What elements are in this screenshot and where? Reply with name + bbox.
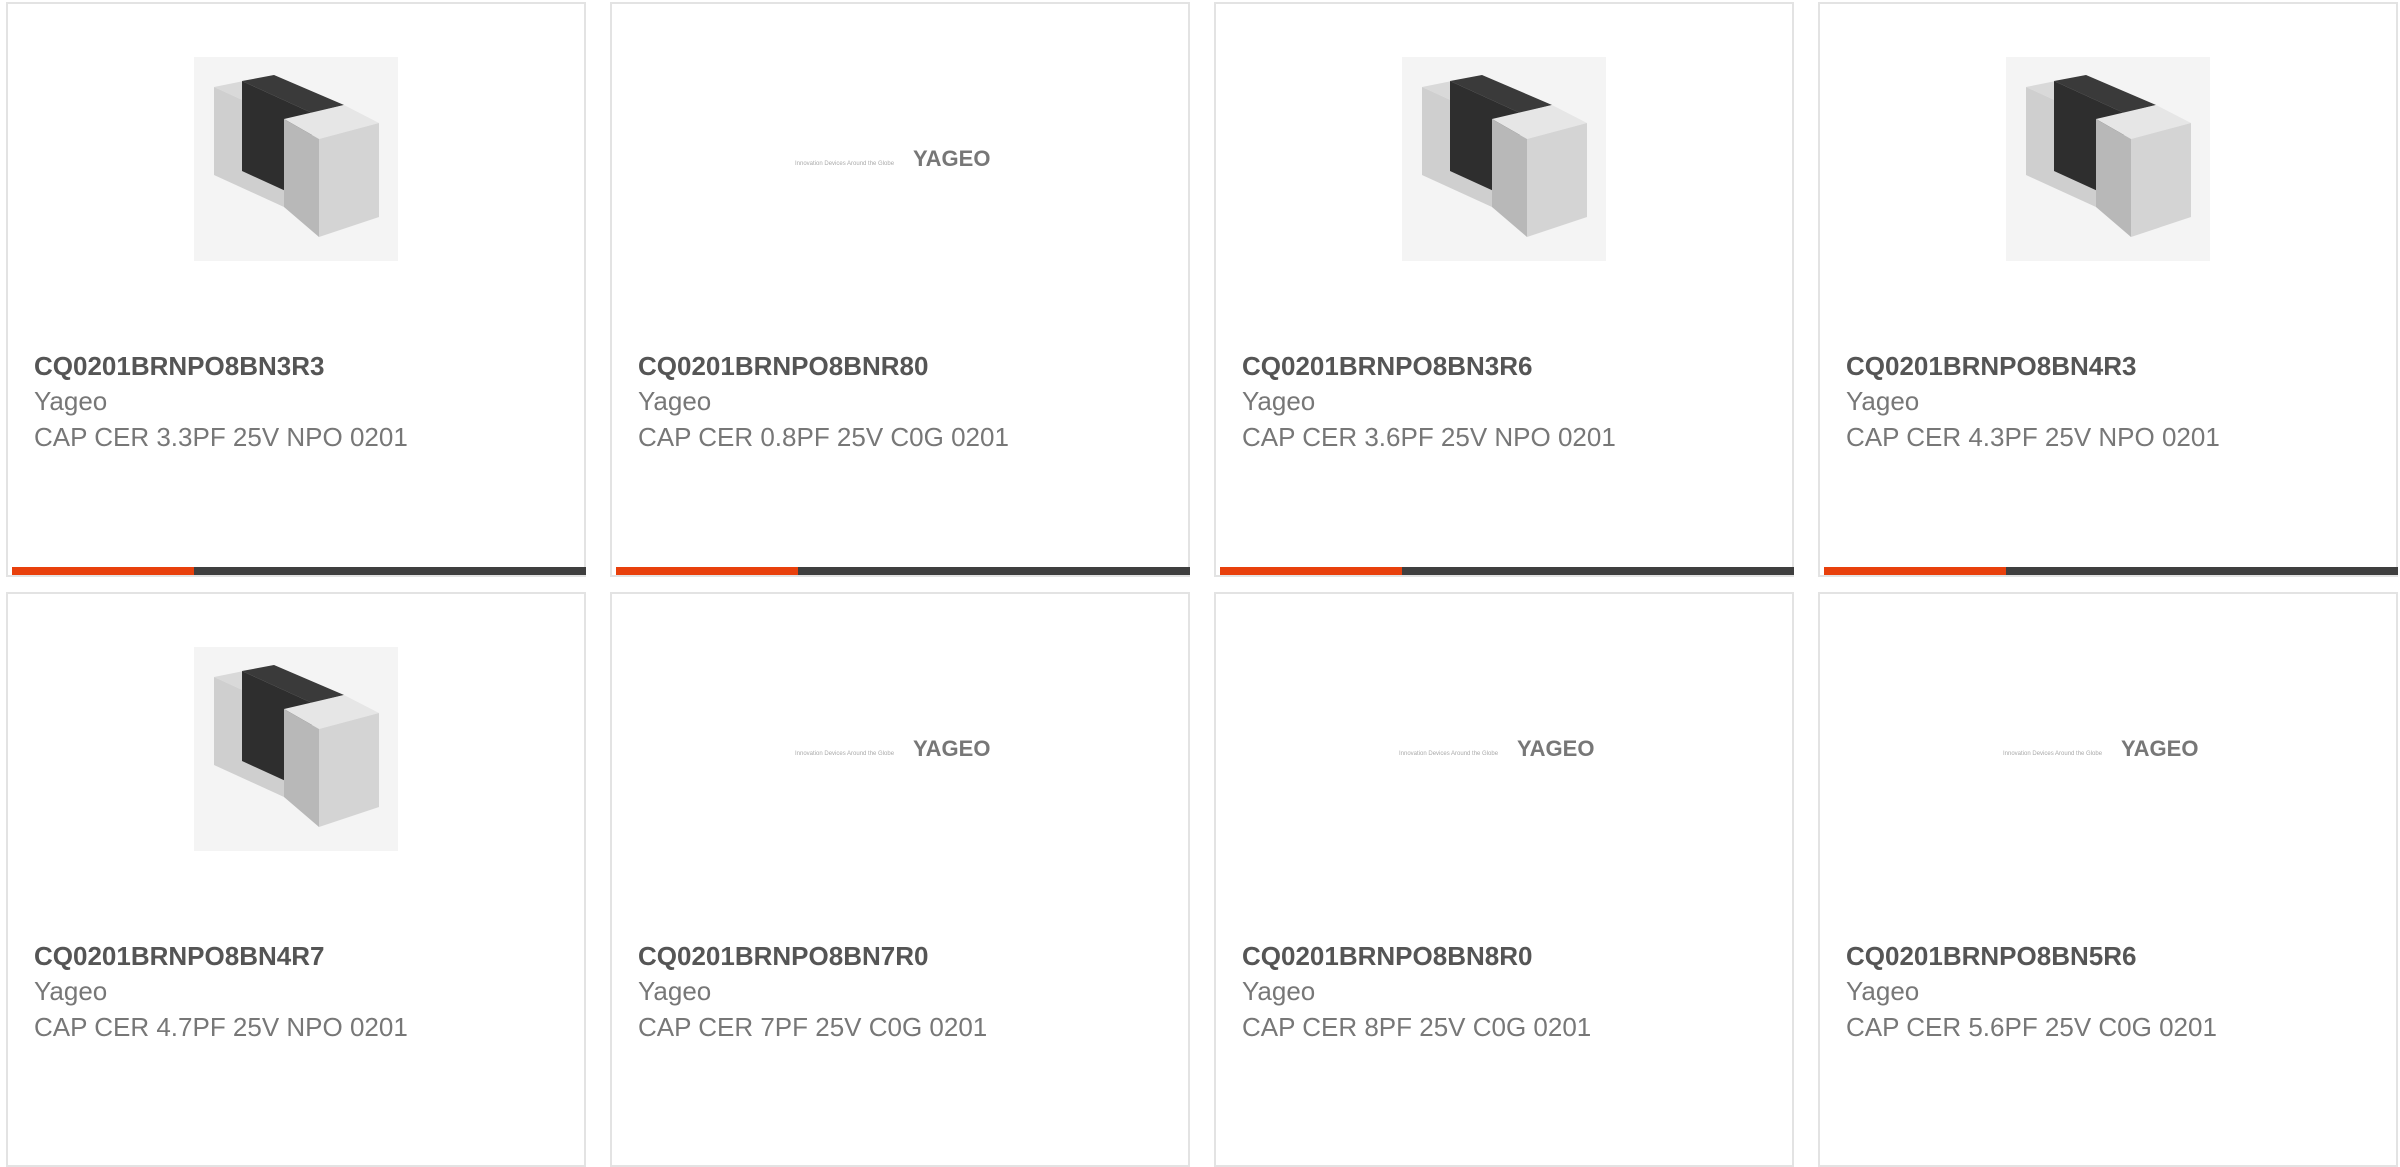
part-number[interactable]: CQ0201BRNPO8BN7R0 — [638, 939, 1168, 973]
svg-text:Innovation Devices Around the: Innovation Devices Around the Globe — [1399, 751, 1499, 757]
part-number[interactable]: CQ0201BRNPO8BN5R6 — [1846, 939, 2376, 973]
description: CAP CER 3.3PF 25V NPO 0201 — [34, 422, 408, 452]
manufacturer: Yageo — [1242, 976, 1316, 1006]
part-number[interactable]: CQ0201BRNPO8BN3R3 — [34, 349, 564, 383]
product-card[interactable]: Innovation Devices Around the Globe YAGE… — [610, 592, 1190, 1167]
part-number[interactable]: CQ0201BRNPO8BN3R6 — [1242, 349, 1772, 383]
description: CAP CER 5.6PF 25V C0G 0201 — [1846, 1012, 2217, 1042]
manufacturer: Yageo — [1846, 386, 1920, 416]
chip-capacitor-icon — [194, 647, 398, 851]
manufacturer: Yageo — [638, 976, 712, 1006]
description: CAP CER 4.3PF 25V NPO 0201 — [1846, 422, 2220, 452]
description: CAP CER 8PF 25V C0G 0201 — [1242, 1012, 1592, 1042]
product-image — [8, 594, 584, 904]
product-image: Innovation Devices Around the Globe YAGE… — [1820, 594, 2396, 904]
product-card[interactable]: Innovation Devices Around the Globe YAGE… — [1818, 592, 2398, 1167]
description: CAP CER 0.8PF 25V C0G 0201 — [638, 422, 1009, 452]
svg-text:Innovation Devices Around the: Innovation Devices Around the Globe — [795, 751, 895, 757]
description: CAP CER 7PF 25V C0G 0201 — [638, 1012, 988, 1042]
product-image: Innovation Devices Around the Globe YAGE… — [612, 4, 1188, 314]
part-number[interactable]: CQ0201BRNPO8BN4R3 — [1846, 349, 2376, 383]
product-card[interactable]: Innovation Devices Around the Globe YAGE… — [610, 2, 1190, 577]
product-card[interactable]: CQ0201BRNPO8BN3R3 Yageo CAP CER 3.3PF 25… — [6, 2, 586, 577]
svg-text:YAGEO: YAGEO — [913, 736, 990, 761]
yageo-logo-icon: Innovation Devices Around the Globe YAGE… — [795, 146, 990, 171]
status-bar — [12, 567, 586, 575]
status-bar — [1824, 567, 2398, 575]
product-card[interactable]: CQ0201BRNPO8BN4R3 Yageo CAP CER 4.3PF 25… — [1818, 2, 2398, 577]
manufacturer: Yageo — [638, 386, 712, 416]
product-card[interactable]: Innovation Devices Around the Globe YAGE… — [1214, 592, 1794, 1167]
svg-text:Innovation Devices Around the: Innovation Devices Around the Globe — [795, 161, 895, 167]
chip-capacitor-icon — [2006, 57, 2210, 261]
svg-text:YAGEO: YAGEO — [2121, 736, 2198, 761]
product-image: Innovation Devices Around the Globe YAGE… — [612, 594, 1188, 904]
product-image — [1216, 4, 1792, 314]
yageo-logo-icon: Innovation Devices Around the Globe YAGE… — [795, 736, 990, 761]
svg-text:Innovation Devices Around the: Innovation Devices Around the Globe — [2003, 751, 2103, 757]
yageo-logo-icon: Innovation Devices Around the Globe YAGE… — [2003, 736, 2198, 761]
part-number[interactable]: CQ0201BRNPO8BN4R7 — [34, 939, 564, 973]
svg-text:YAGEO: YAGEO — [913, 146, 990, 171]
chip-capacitor-icon — [194, 57, 398, 261]
product-image — [8, 4, 584, 314]
manufacturer: Yageo — [1242, 386, 1316, 416]
part-number[interactable]: CQ0201BRNPO8BNR80 — [638, 349, 1168, 383]
description: CAP CER 4.7PF 25V NPO 0201 — [34, 1012, 408, 1042]
yageo-logo-icon: Innovation Devices Around the Globe YAGE… — [1399, 736, 1594, 761]
manufacturer: Yageo — [34, 386, 108, 416]
product-card[interactable]: CQ0201BRNPO8BN3R6 Yageo CAP CER 3.6PF 25… — [1214, 2, 1794, 577]
chip-capacitor-icon — [1402, 57, 1606, 261]
svg-text:YAGEO: YAGEO — [1517, 736, 1594, 761]
manufacturer: Yageo — [34, 976, 108, 1006]
manufacturer: Yageo — [1846, 976, 1920, 1006]
status-bar — [616, 567, 1190, 575]
part-number[interactable]: CQ0201BRNPO8BN8R0 — [1242, 939, 1772, 973]
status-bar — [1220, 567, 1794, 575]
product-card[interactable]: CQ0201BRNPO8BN4R7 Yageo CAP CER 4.7PF 25… — [6, 592, 586, 1167]
product-image: Innovation Devices Around the Globe YAGE… — [1216, 594, 1792, 904]
description: CAP CER 3.6PF 25V NPO 0201 — [1242, 422, 1616, 452]
product-image — [1820, 4, 2396, 314]
